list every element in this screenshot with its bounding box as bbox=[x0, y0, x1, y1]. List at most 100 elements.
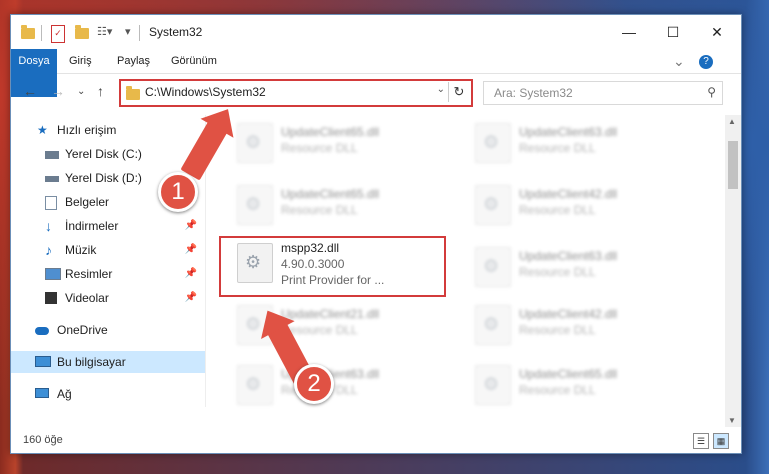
file-name: UpdateClient63.dll bbox=[519, 249, 618, 263]
title-divider bbox=[139, 25, 140, 41]
file-description: Resource DLL bbox=[281, 141, 358, 155]
minimize-button[interactable]: — bbox=[607, 21, 651, 43]
file-item[interactable]: UpdateClient63.dll Resource DLL bbox=[471, 119, 691, 167]
vertical-scrollbar[interactable]: ▲ ▼ bbox=[725, 115, 741, 427]
sidebar-item-network[interactable]: Ağ bbox=[11, 383, 205, 405]
file-name: UpdateClient21.dll bbox=[281, 307, 380, 321]
quick-access-toolbar-icon[interactable]: ☷▾ bbox=[97, 25, 112, 41]
file-item[interactable]: UpdateClient65.dll Resource DLL bbox=[233, 181, 453, 229]
download-icon: ↓ bbox=[45, 218, 52, 234]
sidebar-item-downloads[interactable]: ↓ İndirmeler 📌 bbox=[11, 215, 205, 237]
customize-toolbar-icon[interactable]: ▾ bbox=[125, 25, 131, 41]
scroll-thumb[interactable] bbox=[728, 141, 738, 189]
address-dropdown-icon[interactable]: ⌄ bbox=[437, 84, 445, 95]
properties-icon[interactable]: ✓ bbox=[51, 25, 65, 43]
file-item[interactable]: UpdateClient63.dll Resource DLL bbox=[471, 243, 691, 291]
dll-file-icon bbox=[475, 365, 511, 405]
file-name: UpdateClient42.dll bbox=[519, 307, 618, 321]
tab-share[interactable]: Paylaş bbox=[107, 49, 160, 73]
sidebar-item-this-pc[interactable]: Bu bilgisayar bbox=[11, 351, 205, 373]
sidebar-item-label: İndirmeler bbox=[65, 219, 119, 233]
navigation-bar: ← → ⌄ ↑ C:\Windows\System32 ⌄ ↻ Ara: Sys… bbox=[11, 77, 741, 107]
music-icon: ♪ bbox=[45, 242, 52, 258]
file-item[interactable]: UpdateClient42.dll Resource DLL bbox=[471, 181, 691, 229]
sidebar-item-label: Resimler bbox=[65, 267, 113, 281]
sidebar-item-label: Belgeler bbox=[65, 195, 110, 209]
dll-file-icon bbox=[237, 185, 273, 225]
dll-file-icon bbox=[475, 123, 511, 163]
scroll-up-arrow[interactable]: ▲ bbox=[728, 117, 736, 126]
status-bar: 160 öğe ☰ ▦ bbox=[11, 429, 741, 453]
title-bar: ✓ ☷▾ ▾ System32 — ☐ ✕ bbox=[11, 15, 741, 49]
sidebar-item-onedrive[interactable]: OneDrive bbox=[11, 319, 205, 341]
ribbon-tabs: Dosya Giriş Paylaş Görünüm ⌄ ? bbox=[11, 49, 741, 97]
sidebar-item-label: Videolar bbox=[65, 291, 109, 305]
dll-file-icon bbox=[475, 247, 511, 287]
file-description: Resource DLL bbox=[519, 203, 596, 217]
window-title: System32 bbox=[149, 25, 203, 39]
file-item[interactable]: UpdateClient65.dll Resource DLL bbox=[471, 361, 691, 409]
search-input[interactable]: Ara: System32 bbox=[494, 86, 573, 100]
sidebar-item-label: Ağ bbox=[57, 387, 72, 401]
sidebar-item-label: Yerel Disk (C:) bbox=[65, 147, 142, 161]
help-button[interactable]: ? bbox=[689, 49, 723, 73]
pin-icon[interactable]: 📌 bbox=[185, 263, 197, 285]
cloud-icon bbox=[35, 327, 49, 335]
sidebar-item-label: Yerel Disk (D:) bbox=[65, 171, 142, 185]
drive-icon bbox=[45, 176, 59, 182]
pictures-icon bbox=[45, 268, 61, 280]
pin-icon[interactable]: 📌 bbox=[185, 287, 197, 309]
new-folder-icon[interactable] bbox=[75, 25, 89, 41]
item-count: 160 öğe bbox=[23, 434, 63, 446]
up-button[interactable]: ↑ bbox=[97, 83, 104, 99]
videos-icon bbox=[45, 292, 57, 304]
toolbar-divider bbox=[41, 25, 42, 41]
refresh-button[interactable]: ↻ bbox=[448, 82, 469, 102]
details-view-button[interactable]: ☰ bbox=[693, 433, 709, 449]
scroll-down-arrow[interactable]: ▼ bbox=[728, 416, 736, 425]
sidebar-item-label: Hızlı erişim bbox=[57, 123, 117, 137]
close-button[interactable]: ✕ bbox=[695, 21, 739, 43]
file-name: UpdateClient65.dll bbox=[281, 187, 380, 201]
tab-view[interactable]: Görünüm bbox=[161, 49, 227, 73]
sidebar-item-label: Müzik bbox=[65, 243, 97, 257]
dll-file-icon bbox=[475, 305, 511, 345]
file-name: UpdateClient65.dll bbox=[281, 125, 380, 139]
search-icon[interactable]: ⚲ bbox=[707, 85, 716, 99]
sidebar-item-local-disk-c[interactable]: Yerel Disk (C:) bbox=[11, 143, 205, 165]
navigation-pane: ★ Hızlı erişim Yerel Disk (C:) Yerel Dis… bbox=[11, 115, 206, 407]
file-highlight-box bbox=[219, 236, 446, 297]
file-item[interactable]: UpdateClient42.dll Resource DLL bbox=[471, 301, 691, 349]
documents-icon bbox=[45, 196, 57, 210]
sidebar-item-label: OneDrive bbox=[57, 323, 108, 337]
sidebar-item-pictures[interactable]: Resimler 📌 bbox=[11, 263, 205, 285]
pin-icon[interactable]: 📌 bbox=[185, 239, 197, 261]
tab-home[interactable]: Giriş bbox=[59, 49, 102, 73]
maximize-button[interactable]: ☐ bbox=[651, 21, 695, 43]
folder-icon bbox=[126, 86, 140, 100]
explorer-window: ✓ ☷▾ ▾ System32 — ☐ ✕ Dosya Giriş Paylaş… bbox=[10, 14, 742, 454]
recent-locations-button[interactable]: ⌄ bbox=[77, 86, 85, 97]
file-item[interactable]: UpdateClient65.dll Resource DLL bbox=[233, 119, 453, 167]
computer-icon bbox=[35, 356, 51, 367]
star-icon: ★ bbox=[37, 123, 48, 137]
forward-button[interactable]: → bbox=[51, 83, 65, 99]
file-description: Resource DLL bbox=[519, 323, 596, 337]
network-icon bbox=[35, 388, 49, 398]
address-path[interactable]: C:\Windows\System32 bbox=[145, 85, 266, 99]
sidebar-item-quick-access[interactable]: ★ Hızlı erişim bbox=[11, 119, 205, 141]
file-item[interactable]: UpdateClient63.dll Resource DLL bbox=[233, 361, 453, 409]
pin-icon[interactable]: 📌 bbox=[185, 215, 197, 237]
address-bar[interactable]: C:\Windows\System32 ⌄ ↻ bbox=[119, 79, 473, 107]
dll-file-icon bbox=[475, 185, 511, 225]
file-description: Resource DLL bbox=[519, 383, 596, 397]
tiles-view-button[interactable]: ▦ bbox=[713, 433, 729, 449]
file-name: UpdateClient42.dll bbox=[519, 187, 618, 201]
sidebar-item-music[interactable]: ♪ Müzik 📌 bbox=[11, 239, 205, 261]
dll-file-icon bbox=[237, 123, 273, 163]
dll-file-icon bbox=[237, 365, 273, 405]
sidebar-item-videos[interactable]: Videolar 📌 bbox=[11, 287, 205, 309]
back-button[interactable]: ← bbox=[23, 83, 37, 99]
folder-icon bbox=[21, 25, 35, 41]
search-box[interactable]: Ara: System32 ⚲ bbox=[483, 81, 723, 105]
